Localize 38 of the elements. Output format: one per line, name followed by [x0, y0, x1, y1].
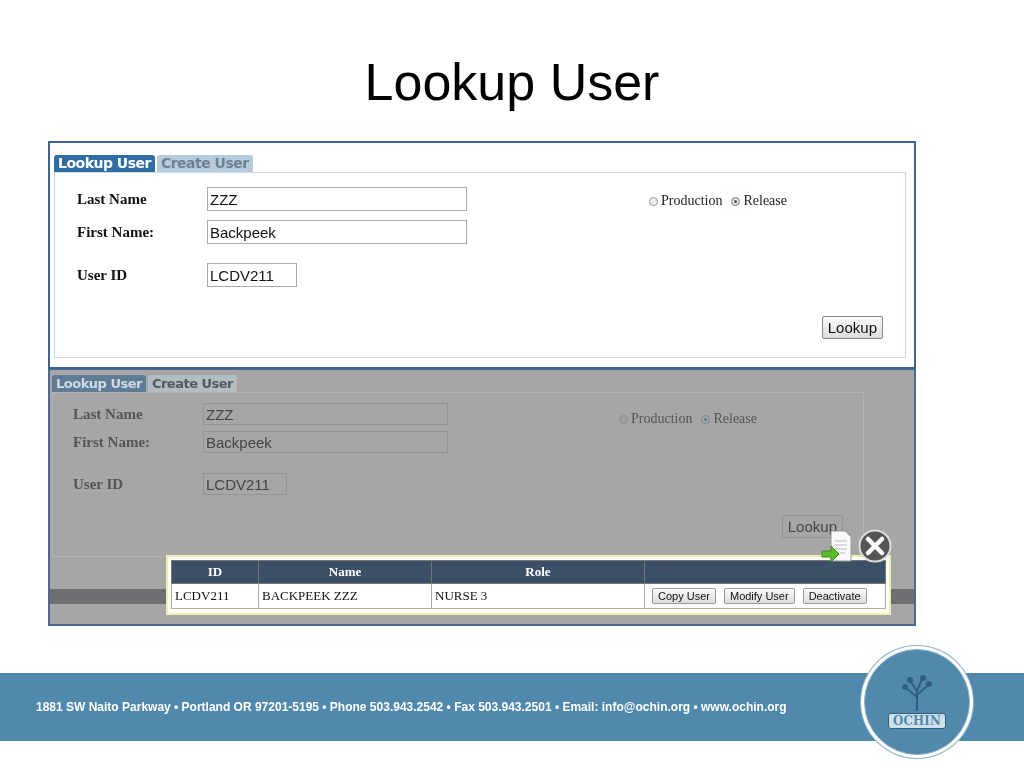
action-button[interactable]: Deactivate [802, 588, 867, 604]
column-header: Role [431, 560, 645, 584]
slide-title: Lookup User [364, 52, 660, 113]
tab[interactable]: Create User [147, 375, 238, 392]
field-label: Last Name [73, 405, 143, 423]
table-cell: NURSE 3 [431, 583, 645, 609]
radio-label: Release [713, 411, 757, 427]
radio-button[interactable] [649, 196, 658, 206]
action-button[interactable]: Copy User [652, 588, 716, 604]
column-header: ID [171, 560, 259, 584]
text-field[interactable]: LCDV211 [203, 473, 287, 495]
text-field[interactable]: Backpeek [203, 431, 448, 453]
close-icon[interactable] [858, 529, 892, 563]
contact-info: 1881 SW Naito Parkway • Portland OR 97201-5195 • Phone 503.943.2542 • Fax 503.943.2501 • Email: info@ochin.org • www.ochin.org [36, 700, 787, 714]
field-label: First Name: [77, 223, 155, 241]
tab[interactable]: Lookup User [54, 155, 155, 172]
field-label: User ID [73, 475, 124, 493]
field-label: User ID [77, 266, 128, 284]
tree-icon [902, 675, 932, 711]
tab[interactable]: Lookup User [52, 375, 146, 392]
text-field[interactable]: LCDV211 [207, 263, 297, 287]
text-field[interactable]: ZZZ [203, 403, 448, 425]
column-header: Name [258, 560, 432, 584]
radio-button[interactable] [731, 196, 741, 206]
table-cell: BACKPEEK ZZZ [258, 583, 432, 609]
table-cell: LCDV211 [171, 583, 259, 609]
radio-label: Production [661, 193, 723, 209]
text-field[interactable]: ZZZ [207, 187, 467, 211]
text-field[interactable]: Backpeek [207, 220, 467, 244]
field-label: Last Name [77, 190, 147, 208]
lookup-button[interactable]: Lookup [821, 316, 883, 339]
logo-text: OCHIN [888, 713, 946, 729]
radio-label: Production [631, 411, 693, 427]
field-label: First Name: [73, 433, 151, 451]
lookup-button[interactable]: Lookup [781, 515, 843, 538]
radio-button[interactable] [701, 414, 711, 424]
action-button[interactable]: Modify User [723, 588, 795, 604]
radio-label: Release [743, 193, 787, 209]
